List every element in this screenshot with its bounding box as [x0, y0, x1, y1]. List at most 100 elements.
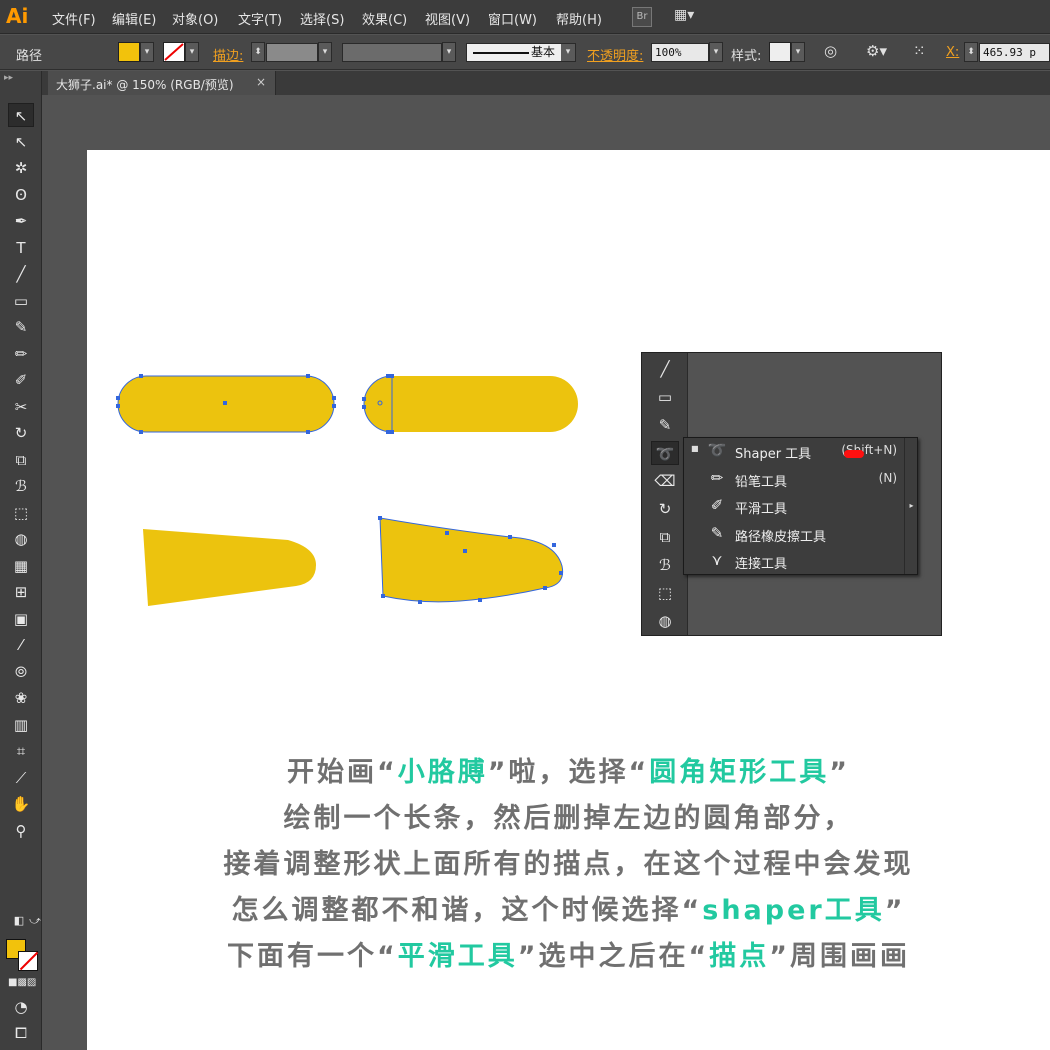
screen-mode-icon[interactable]: ⧠ [8, 1021, 34, 1045]
color-modes-icon[interactable]: ■▩▨ [8, 971, 36, 995]
flyout-menu-item-label: 连接工具 [735, 557, 788, 572]
opacity-input[interactable]: 100% [651, 43, 709, 62]
paintbrush-tool-icon[interactable]: ✎ [651, 413, 679, 437]
slice-tool-icon[interactable]: ⟋ [8, 766, 34, 790]
selection-type-label: 路径 [16, 49, 43, 64]
caption-text: ”啦，选择“ [487, 757, 650, 788]
drawing-modes-icon[interactable]: ◔ [8, 995, 34, 1019]
caption-line-1: 开始画“小胳膊”啦，选择“圆角矩形工具” [87, 750, 1050, 796]
variable-width-dropdown[interactable]: ▾ [442, 42, 456, 62]
caption-text: 开始画“ [287, 757, 398, 788]
line-tool-icon[interactable]: ╱ [8, 262, 34, 286]
menu-window[interactable]: 窗口(W) [488, 9, 537, 28]
stroke-weight-stepper[interactable]: ⬍ [251, 42, 265, 62]
opacity-label[interactable]: 不透明度: [587, 45, 643, 64]
fill-dropdown[interactable]: ▾ [140, 42, 154, 62]
scissors-tool-icon[interactable]: ✂ [8, 395, 34, 419]
selection-tool-icon[interactable]: ↖ [8, 103, 34, 127]
perspective-grid-tool-icon[interactable]: ▦ [8, 554, 34, 578]
shape-builder-tool-icon[interactable]: ◍ [8, 527, 34, 551]
mesh-tool-icon[interactable]: ⊞ [8, 580, 34, 604]
line-tool-icon[interactable]: ╱ [651, 357, 679, 381]
stroke-weight-dropdown[interactable]: ▾ [318, 42, 332, 62]
lasso-tool-icon[interactable]: ʘ [8, 183, 34, 207]
menu-file[interactable]: 文件(F) [52, 9, 96, 28]
menu-help[interactable]: 帮助(H) [556, 9, 602, 28]
blob-brush-tool-icon[interactable]: ✐ [8, 368, 34, 392]
brush-definition-dropdown[interactable]: 基本 ▾ [466, 43, 576, 62]
fill-swatch[interactable] [118, 42, 140, 62]
free-transform-tool-icon[interactable]: ⬚ [8, 501, 34, 525]
rectangle-tool-icon[interactable]: ▭ [651, 385, 679, 409]
pencil-tool-icon[interactable]: ✏ [8, 342, 34, 366]
eyedropper-tool-icon[interactable]: ⁄ [8, 633, 34, 657]
blend-tool-icon[interactable]: ⦾ [8, 660, 34, 684]
chevron-down-icon: ▾ [561, 44, 575, 61]
paintbrush-tool-icon[interactable]: ✎ [8, 315, 34, 339]
gradient-tool-icon[interactable]: ▣ [8, 607, 34, 631]
type-tool-icon[interactable]: T [8, 236, 34, 260]
symbol-sprayer-tool-icon[interactable]: ❀ [8, 686, 34, 710]
flyout-menu-item-shortcut: (N) [878, 470, 897, 485]
menu-select[interactable]: 选择(S) [300, 9, 344, 28]
flyout-menu-item[interactable]: ✏ 铅笔工具 (N) [684, 466, 917, 493]
scale-tool-icon[interactable]: ⧉ [8, 448, 34, 472]
scale-tool-icon[interactable]: ⧉ [651, 525, 679, 549]
x-position-stepper[interactable]: ⬍ [964, 42, 978, 62]
graphic-style-dropdown[interactable]: ▾ [791, 42, 805, 62]
eraser-tool-icon[interactable]: ⌫ [651, 469, 679, 493]
warp-tool-icon[interactable]: ℬ [8, 474, 34, 498]
flyout-menu-item-label: 平滑工具 [735, 502, 788, 517]
flyout-menu-item[interactable]: ✐ 平滑工具 [684, 493, 917, 520]
bridge-button[interactable]: Br [632, 7, 652, 27]
stroke-weight-input[interactable] [266, 43, 318, 62]
stroke-dropdown[interactable]: ▾ [185, 42, 199, 62]
flyout-menu-item[interactable]: ■ ➰ Shaper 工具 (Shift+N) [684, 438, 917, 465]
graphic-style-swatch[interactable] [769, 42, 791, 62]
red-annotation-mark [844, 450, 864, 458]
swap-colors-icon[interactable]: ⤻ [22, 909, 48, 933]
rotate-tool-icon[interactable]: ↻ [651, 497, 679, 521]
document-tab[interactable]: 大狮子.ai* @ 150% (RGB/预览) × [48, 71, 276, 95]
menu-view[interactable]: 视图(V) [425, 9, 470, 28]
menu-type[interactable]: 文字(T) [238, 9, 282, 28]
align-options-icon[interactable]: ⚙▾ [866, 42, 887, 60]
caption-text: ” [829, 757, 850, 788]
hand-tool-icon[interactable]: ✋ [8, 792, 34, 816]
menu-object[interactable]: 对象(O) [172, 9, 218, 28]
menu-edit[interactable]: 编辑(E) [112, 9, 156, 28]
transform-reference-icon[interactable]: ⁙ [913, 42, 926, 60]
tools-panel: ▸▸ ↖ ↖ ✲ ʘ ✒ T ╱ ▭ ✎ ✏ ✐ ✂ ↻ ⧉ ℬ ⬚ ◍ ▦ ⊞ ▣ ⁄ ⦾ ❀ ▥ ⌗ ⟋ ✋ ⚲ ◧ ⤻ ■▩▨ … [0, 71, 42, 1050]
caption-text: ”周围画画 [769, 941, 910, 972]
rectangle-tool-icon[interactable]: ▭ [8, 289, 34, 313]
column-graph-tool-icon[interactable]: ▥ [8, 713, 34, 737]
stroke-weight-label[interactable]: 描边: [213, 45, 243, 64]
variable-width-profile[interactable] [342, 43, 442, 62]
x-position-input[interactable]: 465.93 p [979, 43, 1050, 62]
zoom-tool-icon[interactable]: ⚲ [8, 819, 34, 843]
fill-stroke-control[interactable] [6, 939, 38, 971]
caption-highlight: 平滑工具 [397, 941, 518, 972]
free-transform-tool-icon[interactable]: ⬚ [651, 581, 679, 605]
panel-collapse-icon[interactable]: ▸▸ [4, 73, 13, 83]
shape-builder-tool-icon[interactable]: ◍ [651, 609, 679, 633]
shaper-tool-icon[interactable]: ➰ [651, 441, 679, 465]
flyout-menu-item[interactable]: ✎ 路径橡皮擦工具 [684, 521, 917, 548]
recolor-artwork-icon[interactable]: ◎ [824, 42, 837, 60]
warp-tool-icon[interactable]: ℬ [651, 553, 679, 577]
artboard-tool-icon[interactable]: ⌗ [8, 739, 34, 763]
rotate-tool-icon[interactable]: ↻ [8, 421, 34, 445]
direct-selection-tool-icon[interactable]: ↖ [8, 130, 34, 154]
magic-wand-tool-icon[interactable]: ✲ [8, 156, 34, 180]
stroke-color-box[interactable] [18, 951, 38, 971]
arrange-documents-button[interactable]: ▦▾ [674, 7, 710, 27]
tearoff-arrow-icon[interactable]: ▸ [904, 438, 918, 574]
flyout-menu-item[interactable]: ⋎ 连接工具 [684, 548, 917, 575]
stroke-swatch[interactable] [163, 42, 185, 62]
pen-tool-icon[interactable]: ✒ [8, 209, 34, 233]
x-position-label[interactable]: X: [946, 45, 959, 60]
tutorial-caption: 开始画“小胳膊”啦，选择“圆角矩形工具” 绘制一个长条，然后删掉左边的圆角部分，… [87, 750, 1050, 980]
opacity-dropdown[interactable]: ▾ [709, 42, 723, 62]
menu-effect[interactable]: 效果(C) [362, 9, 407, 28]
close-icon[interactable]: × [256, 75, 266, 89]
